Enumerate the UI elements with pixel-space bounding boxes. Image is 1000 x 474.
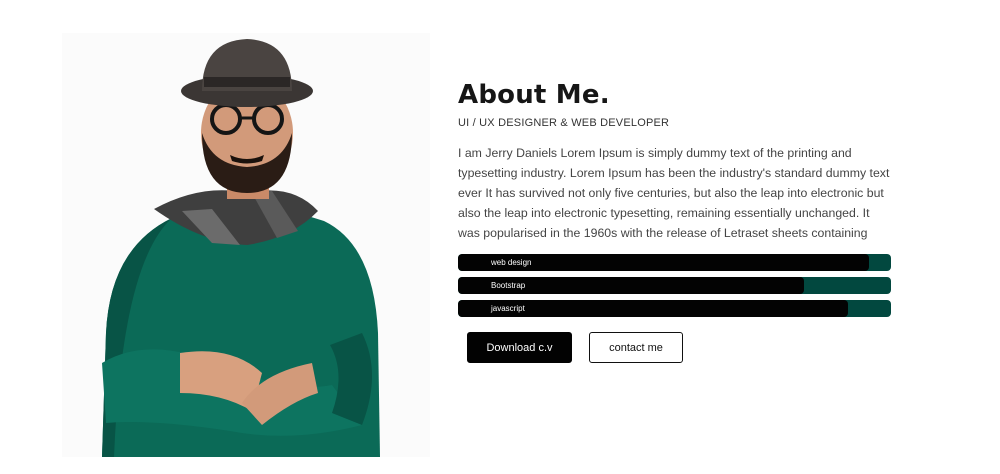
role-subtitle: UI / UX DESIGNER & WEB DEVELOPER	[458, 117, 670, 129]
action-buttons: Download c.v contact me	[467, 332, 898, 363]
contact-me-button[interactable]: contact me	[589, 332, 683, 363]
portrait-illustration	[102, 39, 380, 457]
skill-bar-web-design: web design	[458, 254, 891, 271]
page-title: About Me.	[458, 80, 610, 110]
skill-bar-bootstrap: Bootstrap	[458, 277, 891, 294]
profile-photo	[62, 33, 430, 457]
skill-label: Bootstrap	[491, 281, 526, 290]
skill-bar-javascript: javascript	[458, 300, 891, 317]
about-section: About Me. UI / UX DESIGNER & WEB DEVELOP…	[458, 78, 898, 363]
skill-label: web design	[491, 258, 532, 267]
skills-list: web design Bootstrap javascript	[458, 254, 891, 317]
download-cv-button[interactable]: Download c.v	[467, 332, 572, 363]
bio-text: I am Jerry Daniels Lorem Ipsum is simply…	[458, 146, 890, 240]
skill-label: javascript	[491, 304, 525, 313]
